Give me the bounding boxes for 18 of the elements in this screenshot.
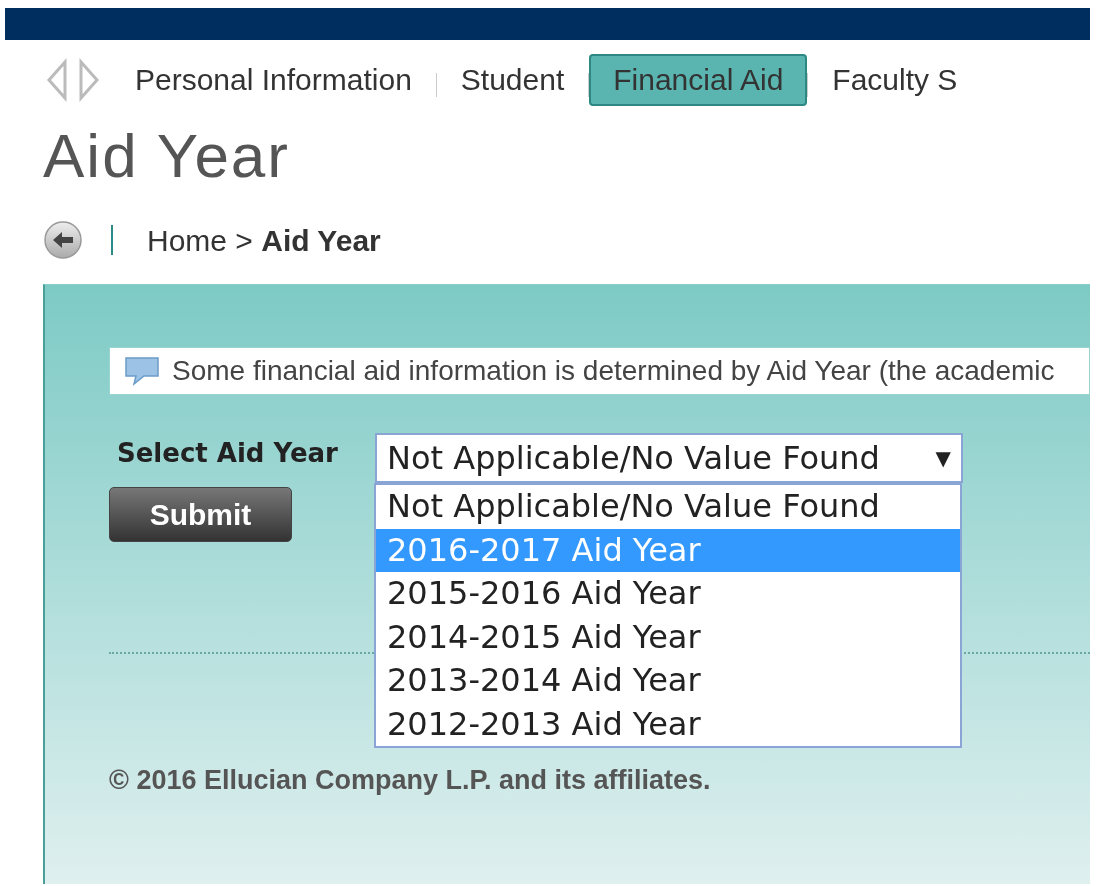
dropdown-option[interactable]: Not Applicable/No Value Found — [376, 485, 960, 529]
aid-year-dropdown[interactable]: Not Applicable/No Value Found ▼ — [375, 433, 963, 484]
dropdown-option[interactable]: 2012-2013 Aid Year — [376, 702, 960, 747]
nav-tab[interactable]: Student — [436, 54, 589, 106]
page-title: Aid Year — [43, 122, 291, 191]
nav-tab[interactable]: Personal Information — [111, 54, 436, 106]
back-icon[interactable] — [43, 220, 83, 261]
dropdown-option[interactable]: 2014-2015 Aid Year — [376, 615, 960, 660]
dropdown-option[interactable]: 2015-2016 Aid Year — [376, 572, 960, 616]
nav-tab[interactable]: Faculty S — [808, 54, 982, 106]
speech-bubble-icon — [124, 356, 160, 387]
copyright-text: © 2016 Ellucian Company L.P. and its affiliates. — [109, 764, 712, 798]
submit-button[interactable]: Submit — [109, 487, 292, 543]
breadcrumb: Home > Aid Year — [147, 222, 381, 259]
nav-tab[interactable]: Financial Aid — [589, 54, 808, 106]
info-message: Some financial aid information is determined by Aid Year (the academic — [172, 354, 1055, 389]
dropdown-option[interactable]: 2013-2014 Aid Year — [376, 659, 960, 703]
field-label: Select Aid Year — [117, 437, 339, 471]
